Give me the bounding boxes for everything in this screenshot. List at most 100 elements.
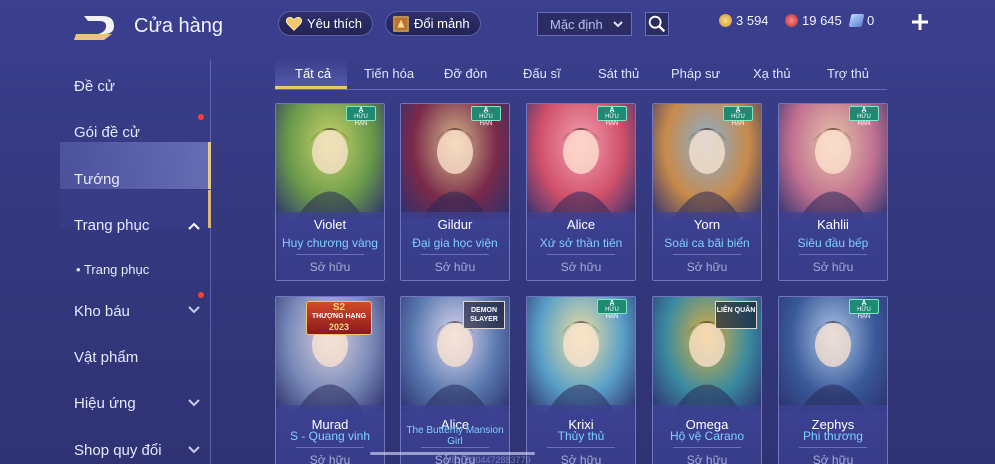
- card-divider: [421, 447, 489, 448]
- tab-support[interactable]: Trợ thủ: [827, 66, 869, 81]
- notification-dot: [198, 292, 204, 298]
- voucher-icon: [785, 14, 798, 27]
- owned-status: Sở hữu: [560, 260, 602, 274]
- badge-rank: A: [358, 107, 364, 114]
- badge-rank: A: [735, 107, 741, 114]
- card-divider: [421, 254, 489, 255]
- sidebar-item-recommended[interactable]: Đề cử: [74, 78, 115, 95]
- skin-card[interactable]: A HỮU HẠN Kahlii Siêu đầu bếp Sở hữu: [778, 103, 888, 281]
- skin-card[interactable]: DEMON SLAYER Alice The Butterfly Mansion G…: [400, 296, 510, 464]
- owned-status: Sở hữu: [309, 260, 351, 274]
- tab-active-underline: [275, 86, 347, 89]
- skin-name: Thủy thủ: [557, 429, 605, 443]
- sidebar-item-skins[interactable]: Trang phục: [74, 217, 149, 234]
- sidebar-item-treasure[interactable]: Kho báu: [74, 303, 130, 320]
- badge-text: HỮU HẠN: [354, 114, 368, 127]
- collab-logo: LIÊN QUÂN: [715, 301, 757, 329]
- sidebar-subitem-skins[interactable]: • Trang phục: [76, 262, 149, 277]
- sidebar-item-items[interactable]: Vật phẩm: [74, 349, 138, 366]
- badge-text: HỮU HẠN: [479, 114, 493, 127]
- card-divider: [296, 447, 364, 448]
- badge-rank: A: [609, 107, 615, 114]
- badge-text: HỮU HẠN: [605, 114, 619, 127]
- tab-all[interactable]: Tất cả: [295, 66, 331, 81]
- skin-card[interactable]: A HỮU HẠN Violet Huy chương vàng Sở hữu: [275, 103, 385, 281]
- card-divider: [547, 254, 615, 255]
- skin-card[interactable]: A HỮU HẠN Alice Xứ sở thần tiên Sở hữu: [526, 103, 636, 281]
- badge-text: HỮU HẠN: [857, 307, 871, 320]
- category-tabs: Tất cả Tiến hóa Đỡ đòn Đấu sĩ Sát thủ Ph…: [275, 58, 887, 90]
- skin-name: Hộ vệ Carano: [669, 429, 745, 443]
- token-icon: [848, 14, 865, 27]
- rank-ribbon: S2 THƯỢNG HẠNG 2023: [306, 301, 372, 335]
- owned-status: Sở hữu: [434, 260, 476, 274]
- back-arrow-icon[interactable]: [72, 12, 118, 42]
- sidebar-item-bundles[interactable]: Gói đề cử: [74, 124, 140, 141]
- owned-status: Sở hữu: [560, 453, 602, 464]
- chevron-down-icon: [188, 399, 200, 407]
- owned-status: Sở hữu: [309, 453, 351, 464]
- heart-icon: [285, 16, 303, 31]
- tab-mage[interactable]: Pháp sư: [671, 66, 720, 81]
- badge-rank: A: [861, 107, 867, 114]
- chevron-down-icon: [613, 21, 623, 28]
- token-amount: 0: [867, 13, 875, 28]
- favorites-button[interactable]: Yêu thích: [278, 11, 373, 36]
- sidebar-item-effects[interactable]: Hiệu ứng: [74, 395, 136, 412]
- sidebar-subitem-label: Trang phục: [83, 262, 150, 277]
- skin-name: Phi thương: [803, 429, 863, 443]
- skin-card[interactable]: A HỮU HẠN Yorn Soái ca bãi biển Sở hữu: [652, 103, 762, 281]
- skin-name: Soái ca bãi biển: [664, 236, 750, 250]
- owned-status: Sở hữu: [812, 260, 854, 274]
- uid-watermark: UID: 6304472883779: [445, 455, 531, 464]
- search-button[interactable]: [645, 12, 669, 36]
- tab-evolution[interactable]: Tiến hóa: [364, 66, 414, 81]
- skin-name: Huy chương vàng: [282, 236, 378, 250]
- card-divider: [673, 254, 741, 255]
- skin-card[interactable]: A HỮU HẠN Krixi Thủy thủ Sở hữu: [526, 296, 636, 464]
- ribbon-title: THƯỢNG HẠNG: [311, 313, 367, 320]
- card-divider: [296, 254, 364, 255]
- hero-name: Violet: [313, 217, 347, 232]
- limited-badge: A HỮU HẠN: [849, 106, 879, 127]
- gold-coin-icon: [719, 14, 732, 27]
- ribbon-season: S2: [332, 302, 346, 313]
- skin-card[interactable]: A HỮU HẠN Gildur Đại gia học viện Sở hữu: [400, 103, 510, 281]
- badge-text: HỮU HẠN: [731, 114, 745, 127]
- skin-name: S - Quang vinh: [289, 429, 371, 443]
- page-title: Cửa hàng: [134, 15, 224, 37]
- notification-dot: [198, 114, 204, 120]
- sort-select-value: Mặc định: [550, 16, 603, 32]
- skin-card[interactable]: A HỮU HẠN Zephys Phi thương Sở hữu: [778, 296, 888, 464]
- limited-badge: A HỮU HẠN: [597, 106, 627, 127]
- plus-icon[interactable]: [910, 12, 930, 32]
- skin-name: Đại gia học viện: [412, 236, 498, 250]
- limited-badge: A HỮU HẠN: [346, 106, 376, 127]
- tab-marksman[interactable]: Xạ thủ: [753, 66, 791, 81]
- tab-fighter[interactable]: Đấu sĩ: [523, 66, 561, 81]
- sidebar-item-exchange-shop[interactable]: Shop quy đổi: [74, 442, 162, 459]
- sidebar-divider: [210, 60, 211, 464]
- gold-currency: 3 594: [719, 13, 769, 28]
- card-divider: [799, 447, 867, 448]
- sort-select[interactable]: Mặc định: [537, 12, 632, 36]
- skin-card[interactable]: S2 THƯỢNG HẠNG 2023 Murad S - Quang vinh Sở h…: [275, 296, 385, 464]
- gold-amount: 3 594: [736, 13, 769, 28]
- fragment-icon: [393, 15, 409, 32]
- top-bar: Cửa hàng Yêu thích Đổi mảnh Mặc định 3 5…: [0, 0, 995, 52]
- skin-name: The Butterfly Mansion Girl: [406, 425, 504, 447]
- badge-text: HỮU HẠN: [605, 307, 619, 320]
- tab-tank[interactable]: Đỡ đòn: [444, 66, 487, 81]
- voucher-amount: 19 645: [802, 13, 842, 28]
- skin-name: Siêu đầu bếp: [797, 236, 869, 250]
- limited-badge: A HỮU HẠN: [597, 299, 627, 320]
- owned-status: Sở hữu: [686, 260, 728, 274]
- sidebar-item-heroes[interactable]: Tướng: [74, 171, 120, 188]
- badge-rank: A: [861, 300, 867, 307]
- card-divider: [799, 254, 867, 255]
- tab-assassin[interactable]: Sát thủ: [598, 66, 639, 81]
- limited-badge: A HỮU HẠN: [471, 106, 501, 127]
- badge-rank: A: [483, 107, 489, 114]
- skin-card[interactable]: LIÊN QUÂN Omega Hộ vệ Carano Sở hữu: [652, 296, 762, 464]
- exchange-button[interactable]: Đổi mảnh: [385, 11, 481, 36]
